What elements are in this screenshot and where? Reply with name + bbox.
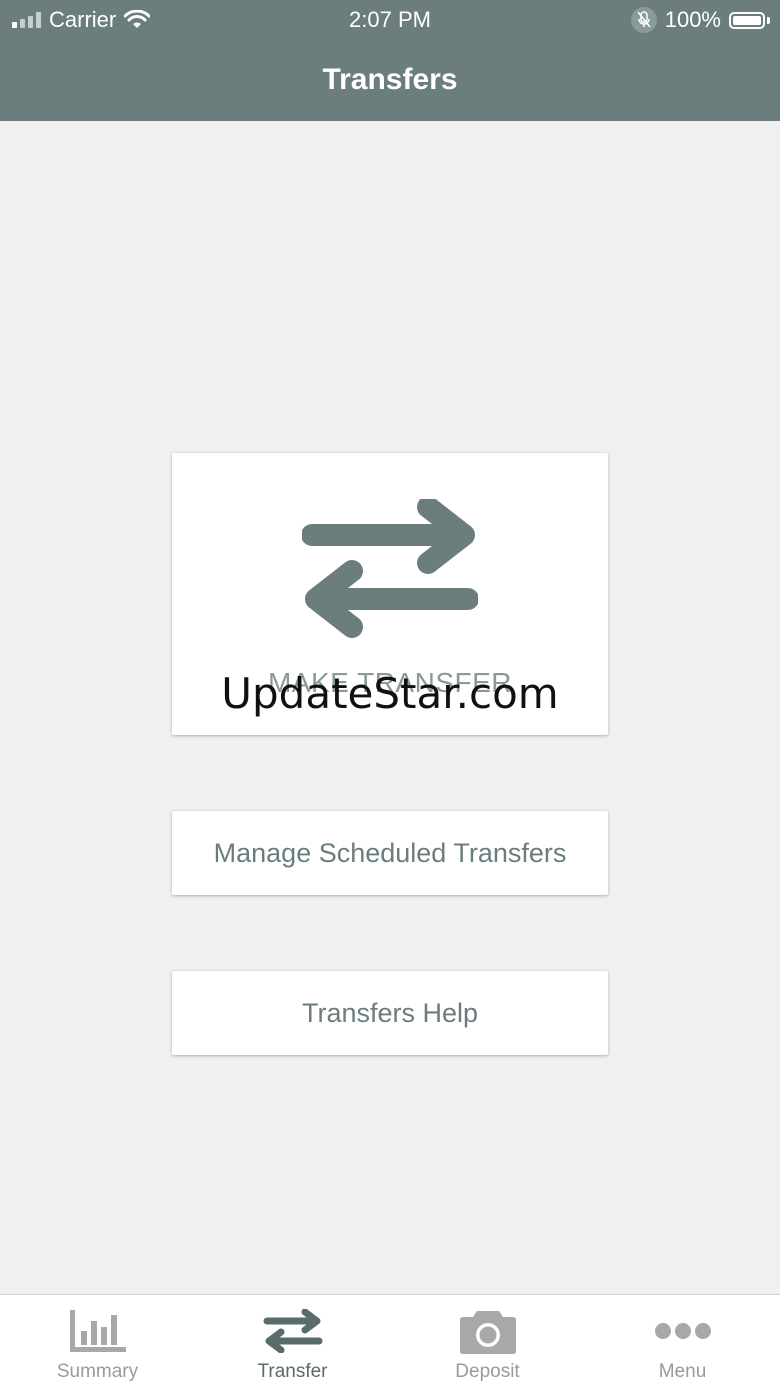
make-transfer-button[interactable]: MAKE TRANSFER UpdateStar.com xyxy=(172,453,608,735)
battery-icon xyxy=(729,11,770,29)
tab-menu-label: Menu xyxy=(658,1361,707,1382)
tab-transfer[interactable]: Transfer xyxy=(195,1295,390,1388)
watermark-text: UpdateStar.com xyxy=(221,669,559,718)
manage-scheduled-transfers-button[interactable]: Manage Scheduled Transfers xyxy=(172,811,608,895)
more-dots-icon xyxy=(585,1307,780,1355)
tab-menu[interactable]: Menu xyxy=(585,1295,780,1388)
page-title: Transfers xyxy=(322,63,458,96)
transfer-arrows-icon xyxy=(302,499,478,638)
status-right: 100% xyxy=(630,6,770,34)
status-bar: Carrier 2:07 PM 100% xyxy=(0,0,780,40)
bar-chart-icon xyxy=(0,1307,195,1355)
tab-summary[interactable]: Summary xyxy=(0,1295,195,1388)
tab-transfer-label: Transfer xyxy=(257,1361,328,1382)
camera-icon xyxy=(390,1307,585,1355)
bottom-tab-bar: Summary Transfer Deposit Menu xyxy=(0,1294,780,1388)
tab-summary-label: Summary xyxy=(56,1361,139,1382)
transfers-help-label: Transfers Help xyxy=(301,997,479,1028)
transfers-help-button[interactable]: Transfers Help xyxy=(172,971,608,1055)
battery-percent: 100% xyxy=(664,7,721,32)
microphone-muted-icon xyxy=(630,7,657,33)
transfer-arrows-icon xyxy=(195,1307,390,1355)
app-header: Carrier 2:07 PM 100% Transfers xyxy=(0,0,780,121)
tab-deposit[interactable]: Deposit xyxy=(390,1295,585,1388)
manage-scheduled-label: Manage Scheduled Transfers xyxy=(213,837,567,868)
tab-deposit-label: Deposit xyxy=(455,1361,520,1382)
